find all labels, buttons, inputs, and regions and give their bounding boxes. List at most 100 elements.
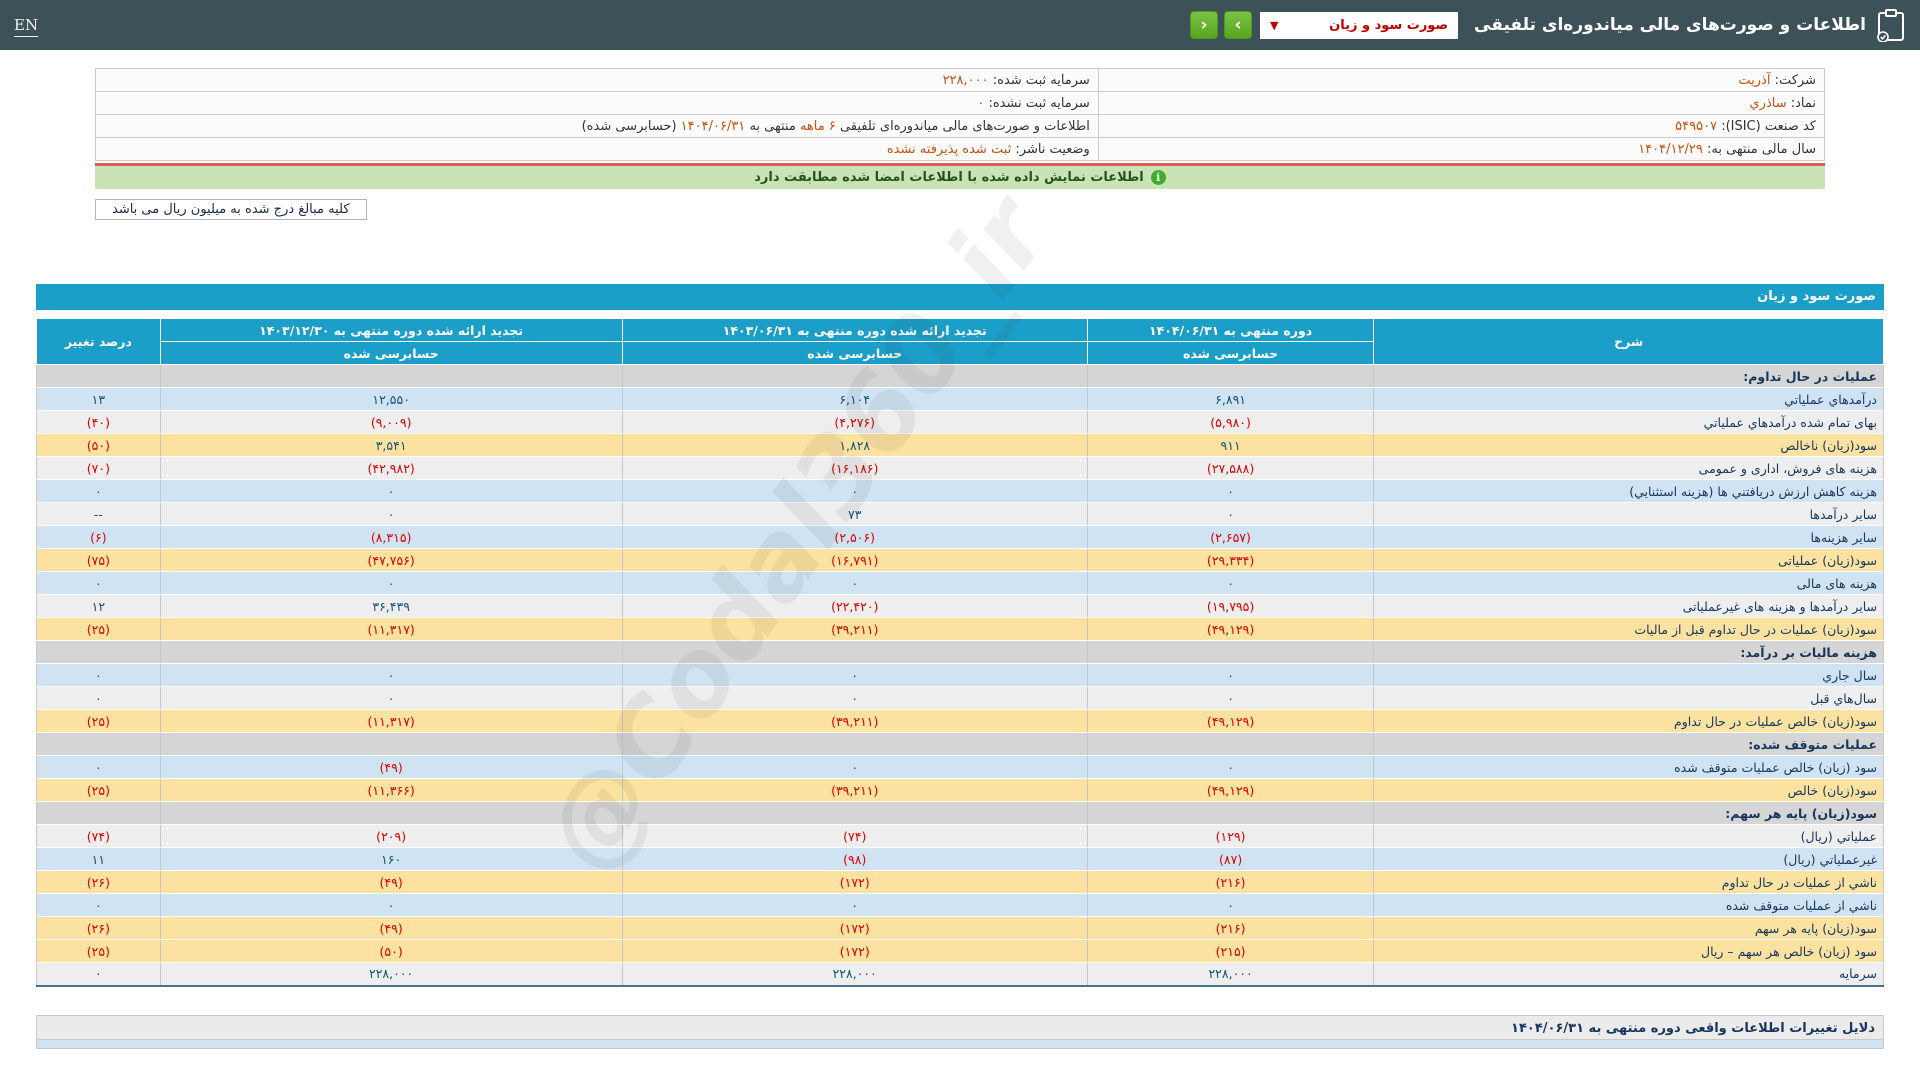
value-current-cell: ۶,۸۹۱ <box>1086 387 1375 411</box>
isic-label: کد صنعت (ISIC): <box>1721 118 1816 134</box>
value-current-cell: (۲,۶۵۷) <box>1086 525 1375 549</box>
pct-change-cell: ۰ <box>36 686 161 710</box>
row-label-cell: سال جاري <box>1373 663 1884 687</box>
row-label-cell: سود(زيان) عمليات در حال تداوم قبل از مال… <box>1373 617 1884 641</box>
info-row-company: شرکت: آذریت سرمایه ثبت شده: ۲۲۸,۰۰۰ <box>95 68 1826 92</box>
row-label-cell: سرمايه <box>1373 962 1884 986</box>
value-current-cell: ۰ <box>1086 571 1375 595</box>
pct-change-cell <box>36 640 161 664</box>
value-restated-mid-cell: (۳۹,۲۱۱) <box>621 778 1088 802</box>
column-description: شرح <box>1373 318 1884 365</box>
fiscal-year-value: ۱۴۰۴/۱۲/۲۹ <box>1638 141 1703 157</box>
pct-change-cell <box>36 364 161 388</box>
income-statement-header: شرح دوره منتهی به ۱۴۰۴/۰۶/۳۱ تجدید ارائه… <box>36 318 1884 365</box>
row-label-cell: غيرعملياتي (ريال) <box>1373 847 1884 871</box>
row-label-cell: عمليات متوقف شده: <box>1373 732 1884 756</box>
value-restated-mid-cell: (۱۷۲) <box>621 916 1088 940</box>
value-current-cell: (۴۹,۱۲۹) <box>1086 617 1375 641</box>
value-restated-mid-cell: ۰ <box>621 571 1088 595</box>
value-restated-mid-cell: ۶,۱۰۴ <box>621 387 1088 411</box>
company-value: آذریت <box>1738 72 1771 88</box>
statement-dropdown[interactable]: صورت سود و زیان ▼ <box>1260 11 1459 39</box>
table-row: هزينه های فروش، اداری و عمومی (۲۷,۵۸۸) (۱۶… <box>36 456 1884 480</box>
value-restated-mid-cell: ۰ <box>621 893 1088 917</box>
value-current-cell <box>1086 364 1375 388</box>
pct-change-cell: (۲۵) <box>36 617 161 641</box>
pct-change-cell: (۲۵) <box>36 709 161 733</box>
pct-change-cell <box>36 801 161 825</box>
company-label: شرکت: <box>1774 72 1816 88</box>
symbol-cell: نماد: ساذري <box>1097 91 1826 115</box>
signature-match-banner: i اطلاعات نمایش داده شده با اطلاعات امضا… <box>95 166 1825 189</box>
value-restated-year-cell: ۰ <box>159 686 623 710</box>
report-title-prefix: اطلاعات و صورت‌های مالی میاندوره‌ای تلفی… <box>839 118 1090 134</box>
value-current-cell: (۲۷,۵۸۸) <box>1086 456 1375 480</box>
table-row: ناشي از عمليات در حال تداوم (۲۱۶) (۱۷۲) (۴۹… <box>36 870 1884 894</box>
table-row: هزينه های مالی ۰ ۰ ۰ ۰ <box>36 571 1884 595</box>
prev-statement-button[interactable]: ‹ <box>1190 11 1219 39</box>
language-en-link[interactable]: EN <box>14 16 38 34</box>
pct-change-cell: (۵۰) <box>36 433 161 457</box>
row-label-cell: ساير هزينه‌ها <box>1373 525 1884 549</box>
value-current-cell: (۱۹,۷۹۵) <box>1086 594 1375 618</box>
income-statement-title: صورت سود و زیان <box>36 284 1884 310</box>
row-label-cell: عملياتي (ريال) <box>1373 824 1884 848</box>
isic-value: ۵۴۹۵۰۷ <box>1675 118 1718 134</box>
report-suffix: (حسابرسی شده) <box>581 118 677 134</box>
registered-capital-value: ۲۲۸,۰۰۰ <box>942 72 989 88</box>
audited-label-restated-mid: حسابرسی شده <box>621 341 1088 365</box>
pct-change-cell: (۷۵) <box>36 548 161 572</box>
unregistered-capital-cell: سرمایه ثبت نشده: ۰ <box>95 91 1099 115</box>
value-current-cell: (۲۱۶) <box>1086 916 1375 940</box>
unregistered-capital-label: سرمایه ثبت نشده: <box>988 95 1090 111</box>
value-restated-mid-cell: (۱۶,۷۹۱) <box>621 548 1088 572</box>
value-current-cell: ۹۱۱ <box>1086 433 1375 457</box>
clipboard-icon <box>1877 9 1904 42</box>
row-label-cell: هزينه ماليات بر درآمد: <box>1373 640 1884 664</box>
value-restated-year-cell: ۰ <box>159 893 623 917</box>
value-restated-mid-cell: ۰ <box>621 755 1088 779</box>
info-row-isic: کد صنعت (ISIC): ۵۴۹۵۰۷ اطلاعات و صورت‌ها… <box>95 114 1826 138</box>
section-row: عملیات در حال تداوم: <box>36 364 1884 388</box>
value-restated-year-cell: (۴۹) <box>159 755 623 779</box>
report-title-cell: اطلاعات و صورت‌های مالی میاندوره‌ای تلفی… <box>95 114 1099 138</box>
pct-change-cell: (۲۵) <box>36 939 161 963</box>
pct-change-cell: (۲۶) <box>36 870 161 894</box>
value-current-cell: ۰ <box>1086 502 1375 526</box>
value-restated-mid-cell <box>621 732 1088 756</box>
table-row: بهای تمام شده درآمدهاي عملياتي (۵,۹۸۰) (۴,… <box>36 410 1884 434</box>
value-current-cell: (۵,۹۸۰) <box>1086 410 1375 434</box>
value-restated-year-cell: (۴۹) <box>159 870 623 894</box>
company-info-table: شرکت: آذریت سرمایه ثبت شده: ۲۲۸,۰۰۰ نماد… <box>95 68 1826 161</box>
pct-change-cell: ۰ <box>36 755 161 779</box>
pct-change-cell: ۱۲ <box>36 594 161 618</box>
table-row: ساير درآمدها و هزينه های غيرعملياتی (۱۹,۷… <box>36 594 1884 618</box>
section-row: هزينه ماليات بر درآمد: <box>36 640 1884 664</box>
currency-note-row: کلیه مبالغ درج شده به میلیون ریال می باش… <box>95 199 1825 220</box>
value-restated-year-cell: (۴۷,۷۵۶) <box>159 548 623 572</box>
value-restated-year-cell: (۴۲,۹۸۲) <box>159 456 623 480</box>
income-statement-table: شرح دوره منتهی به ۱۴۰۴/۰۶/۳۱ تجدید ارائه… <box>36 318 1884 987</box>
row-label-cell: سود(زيان) پايه هر سهم <box>1373 916 1884 940</box>
value-restated-mid-cell: (۹۸) <box>621 847 1088 871</box>
value-restated-mid-cell: (۳۹,۲۱۱) <box>621 617 1088 641</box>
symbol-value: ساذري <box>1749 95 1787 111</box>
row-label-cell: سال‌هاي قبل <box>1373 686 1884 710</box>
table-row: ساير درآمدها ۰ ۷۳ ۰ -- <box>36 502 1884 526</box>
company-cell: شرکت: آذریت <box>1097 68 1826 92</box>
table-row: ناشي از عمليات متوقف شده ۰ ۰ ۰ ۰ <box>36 893 1884 917</box>
value-restated-year-cell <box>159 732 623 756</box>
table-row: سود(زيان) ناخالص ۹۱۱ ۱,۸۲۸ ۳,۵۴۱ (۵۰) <box>36 433 1884 457</box>
row-label-cell: ساير درآمدها و هزينه های غيرعملياتی <box>1373 594 1884 618</box>
row-label-cell: ناشي از عمليات در حال تداوم <box>1373 870 1884 894</box>
chevron-down-icon: ▼ <box>1270 18 1279 32</box>
pct-change-cell: ۰ <box>36 962 161 986</box>
pct-change-cell: ۰ <box>36 663 161 687</box>
row-label-cell: سود(زيان) عملياتی <box>1373 548 1884 572</box>
report-period: ۶ ماهه <box>799 118 836 134</box>
value-restated-mid-cell: (۱۷۲) <box>621 939 1088 963</box>
publisher-status-label: وضعیت ناشر: <box>1015 141 1090 157</box>
pct-change-cell: (۷۰) <box>36 456 161 480</box>
value-restated-mid-cell: ۰ <box>621 479 1088 503</box>
next-statement-button[interactable]: › <box>1224 11 1253 39</box>
